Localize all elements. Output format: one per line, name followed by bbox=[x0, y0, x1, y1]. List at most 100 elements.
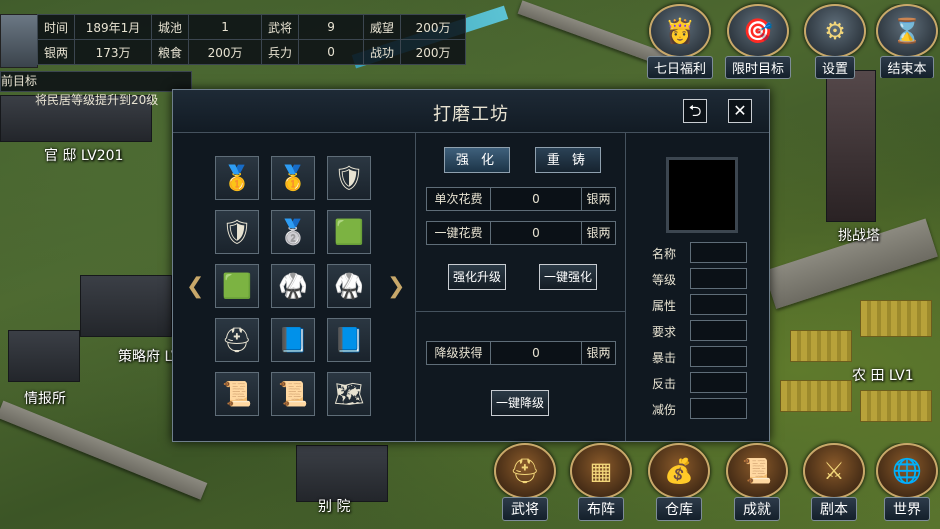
tab-strengthen[interactable]: 强 化 bbox=[444, 147, 510, 173]
end-turn-button[interactable]: ⌛ 结束本 bbox=[874, 4, 940, 78]
dialog-title: 打磨工坊 bbox=[433, 104, 509, 125]
downgrade-gain-value: 0 bbox=[490, 341, 582, 365]
item-preview bbox=[666, 157, 738, 233]
single-cost-value: 0 bbox=[490, 187, 582, 211]
silver-armor-icon[interactable]: 🥋 bbox=[327, 264, 371, 308]
blue-book-icon[interactable]: 📘 bbox=[271, 318, 315, 362]
return-icon: ⮌ bbox=[688, 101, 702, 120]
goal-text: 将民居等级提升到20级 bbox=[35, 93, 159, 107]
status-table: 时间 189年1月 城池 1 武将 9 威望 200万 银两 173万 粮食 2… bbox=[36, 14, 467, 65]
globe-icon: 🌐 bbox=[876, 443, 938, 499]
gold-armor-icon[interactable]: 🥇 bbox=[271, 156, 315, 200]
formation-button[interactable]: ▦ 布阵 bbox=[568, 443, 634, 525]
player-avatar[interactable] bbox=[0, 14, 38, 68]
attr-value-crit bbox=[690, 346, 747, 367]
stat-label: 兵力 bbox=[261, 39, 300, 65]
stat-value: 1 bbox=[188, 14, 263, 40]
time-limited-goal-button[interactable]: 🎯 限时目标 bbox=[725, 4, 791, 79]
downgrade-gain-unit: 银两 bbox=[582, 341, 616, 365]
stat-value: 0 bbox=[298, 39, 365, 65]
scroll-icon[interactable]: 📜 bbox=[215, 372, 259, 416]
attr-value-property bbox=[690, 294, 747, 315]
divider bbox=[416, 311, 625, 312]
stat-value: 200万 bbox=[400, 14, 467, 40]
return-button[interactable]: ⮌ bbox=[683, 99, 707, 123]
map-scroll-icon[interactable]: 🗺 bbox=[327, 372, 371, 416]
attr-label-level: 等级 bbox=[652, 273, 677, 287]
button-label: 成就 bbox=[734, 497, 780, 521]
map-label-farm[interactable]: 农 田 LV1 bbox=[852, 365, 914, 385]
stat-label: 威望 bbox=[363, 14, 402, 40]
stat-label: 城池 bbox=[151, 14, 190, 40]
prev-page-arrow[interactable]: ❮ bbox=[186, 276, 204, 298]
silver-shield-icon[interactable]: 🥈 bbox=[271, 210, 315, 254]
tab-recast[interactable]: 重 铸 bbox=[535, 147, 601, 173]
gold-armor-icon[interactable]: 🥇 bbox=[215, 156, 259, 200]
button-label: 武将 bbox=[502, 497, 548, 521]
treasure-chest-icon: 💰 bbox=[648, 443, 710, 499]
lady-portrait-icon: 👸 bbox=[649, 4, 711, 58]
one-key-downgrade-button[interactable]: 一键降级 bbox=[491, 390, 549, 416]
goal-label: 前目标 bbox=[1, 74, 38, 88]
gold-shield-icon[interactable]: 🛡 bbox=[327, 156, 371, 200]
stat-label: 时间 bbox=[36, 14, 76, 40]
attr-label-requirement: 要求 bbox=[652, 325, 677, 339]
divider bbox=[415, 133, 416, 441]
dialog-header: 打磨工坊 ⮌ ✕ bbox=[173, 90, 769, 133]
button-label: 设置 bbox=[814, 56, 855, 79]
attr-label-property: 属性 bbox=[652, 299, 677, 313]
target-icon: 🎯 bbox=[727, 4, 789, 58]
status-row: 时间 189年1月 城池 1 武将 9 威望 200万 bbox=[36, 14, 467, 40]
one-key-cost-value: 0 bbox=[490, 221, 582, 245]
scroll-icon[interactable]: 📜 bbox=[271, 372, 315, 416]
next-page-arrow[interactable]: ❯ bbox=[387, 276, 405, 298]
attr-label-name: 名称 bbox=[652, 247, 677, 261]
attr-label-crit: 暴击 bbox=[652, 351, 677, 365]
seven-day-bonus-button[interactable]: 👸 七日福利 bbox=[647, 4, 713, 79]
achievement-button[interactable]: 📜 成就 bbox=[724, 443, 790, 525]
scroll-icon: 📜 bbox=[726, 443, 788, 499]
world-button[interactable]: 🌐 世界 bbox=[874, 443, 940, 525]
stat-label: 战功 bbox=[363, 39, 402, 65]
close-button[interactable]: ✕ bbox=[728, 99, 752, 123]
green-armor-icon[interactable]: 🟩 bbox=[327, 210, 371, 254]
scenario-button[interactable]: ⚔ 剧本 bbox=[801, 443, 867, 525]
attr-value-damage-reduction bbox=[690, 398, 747, 419]
attr-label-counter: 反击 bbox=[652, 377, 677, 391]
silver-armor-icon[interactable]: 🥋 bbox=[271, 264, 315, 308]
one-key-strengthen-button[interactable]: 一键强化 bbox=[539, 264, 597, 290]
settings-button[interactable]: ⚙ 设置 bbox=[802, 4, 868, 79]
stat-label: 粮食 bbox=[151, 39, 190, 65]
warehouse-button[interactable]: 💰 仓库 bbox=[646, 443, 712, 525]
helmet-icon: ⛑ bbox=[494, 443, 556, 499]
hourglass-icon: ⌛ bbox=[876, 4, 938, 58]
map-label-intel[interactable]: 情报所 bbox=[24, 388, 66, 408]
green-armor-icon[interactable]: 🟩 bbox=[215, 264, 259, 308]
strengthen-upgrade-button[interactable]: 强化升级 bbox=[448, 264, 506, 290]
attr-label-damage-reduction: 减伤 bbox=[652, 403, 677, 417]
attr-value-counter bbox=[690, 372, 747, 393]
map-label-official[interactable]: 官 邸 LV201 bbox=[44, 145, 123, 165]
close-icon: ✕ bbox=[733, 101, 747, 120]
stat-value: 200万 bbox=[188, 39, 263, 65]
map-label-strategy[interactable]: 策略府 LV bbox=[118, 346, 180, 366]
button-label: 结束本 bbox=[880, 56, 934, 78]
helmet-icon[interactable]: ⛑ bbox=[215, 318, 259, 362]
button-label: 仓库 bbox=[656, 497, 702, 521]
formation-board-icon: ▦ bbox=[570, 443, 632, 499]
stat-value: 189年1月 bbox=[74, 14, 153, 40]
current-goal[interactable]: 前目标将民居等级提升到20级 bbox=[0, 71, 192, 107]
map-label-villa[interactable]: 别 院 bbox=[318, 496, 350, 516]
stat-label: 银两 bbox=[36, 39, 76, 65]
stat-value: 200万 bbox=[400, 39, 467, 65]
gold-shield-icon[interactable]: 🛡 bbox=[215, 210, 259, 254]
attr-value-requirement bbox=[690, 320, 747, 341]
generals-button[interactable]: ⛑ 武将 bbox=[492, 443, 558, 525]
blue-book-icon[interactable]: 📘 bbox=[327, 318, 371, 362]
one-key-cost-label: 一键花费 bbox=[426, 221, 490, 245]
stat-value: 9 bbox=[298, 14, 365, 40]
button-label: 七日福利 bbox=[647, 56, 713, 79]
map-label-tower[interactable]: 挑战塔 bbox=[838, 225, 880, 245]
button-label: 剧本 bbox=[811, 497, 857, 521]
single-cost-unit: 银两 bbox=[582, 187, 616, 211]
